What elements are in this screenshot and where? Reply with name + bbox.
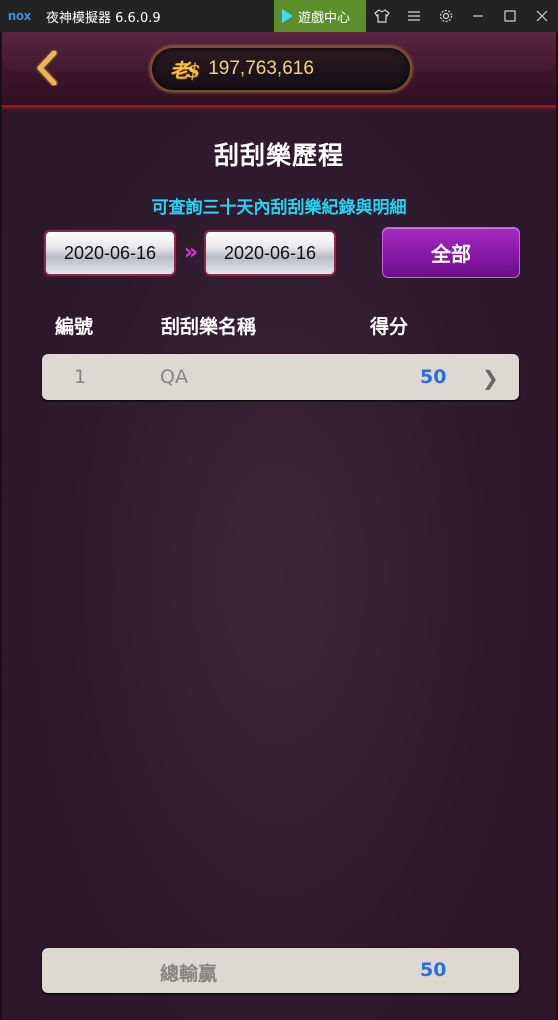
row-number: 1 bbox=[74, 366, 87, 388]
balance-display: 老$ 197,763,616 bbox=[150, 46, 412, 92]
coin-logo: 老$ bbox=[170, 59, 200, 82]
balance-value: 197,763,616 bbox=[208, 58, 314, 79]
page-subtitle: 可查詢三十天內刮刮樂紀錄與明細 bbox=[151, 198, 407, 218]
menu-icon[interactable] bbox=[398, 0, 430, 32]
total-summary: 總輸贏 50 bbox=[42, 948, 519, 993]
top-bar: 老$ 197,763,616 bbox=[2, 32, 556, 108]
column-header-number: 編號 bbox=[55, 316, 94, 338]
row-name: QA bbox=[160, 366, 188, 388]
column-header-name: 刮刮樂名稱 bbox=[161, 316, 257, 338]
chevron-right-icon[interactable]: ❯ bbox=[482, 366, 499, 390]
game-center-button[interactable]: 遊戲中心 bbox=[274, 0, 366, 32]
window-title: 夜神模擬器 6.6.0.9 bbox=[46, 10, 161, 26]
minimize-icon[interactable] bbox=[462, 0, 494, 32]
page-title: 刮刮樂歷程 bbox=[213, 141, 344, 170]
date-from-field[interactable]: 2020-06-16 bbox=[44, 230, 176, 276]
gear-icon[interactable] bbox=[430, 0, 462, 32]
emulator-titlebar: nox 夜神模擬器 6.6.0.9 遊戲中心 bbox=[0, 0, 558, 32]
date-to-field[interactable]: 2020-06-16 bbox=[204, 230, 336, 276]
row-score: 50 bbox=[420, 366, 447, 388]
close-icon[interactable] bbox=[526, 0, 558, 32]
date-range-arrow-icon: » bbox=[183, 240, 199, 265]
table-row[interactable]: 1 QA 50 ❯ bbox=[42, 354, 519, 400]
back-button[interactable] bbox=[30, 48, 64, 88]
chevron-left-icon bbox=[36, 50, 58, 86]
column-header-score: 得分 bbox=[370, 316, 409, 338]
all-button[interactable]: 全部 bbox=[382, 227, 520, 278]
play-icon bbox=[282, 9, 293, 23]
nox-logo: nox bbox=[8, 8, 32, 23]
game-screen: 老$ 197,763,616 刮刮樂歷程 可查詢三十天內刮刮樂紀錄與明細 202… bbox=[0, 32, 558, 1020]
shirt-icon[interactable] bbox=[366, 0, 398, 32]
game-center-label: 遊戲中心 bbox=[298, 10, 351, 26]
maximize-icon[interactable] bbox=[494, 0, 526, 32]
total-value: 50 bbox=[420, 959, 447, 981]
total-label: 總輸贏 bbox=[160, 963, 218, 985]
